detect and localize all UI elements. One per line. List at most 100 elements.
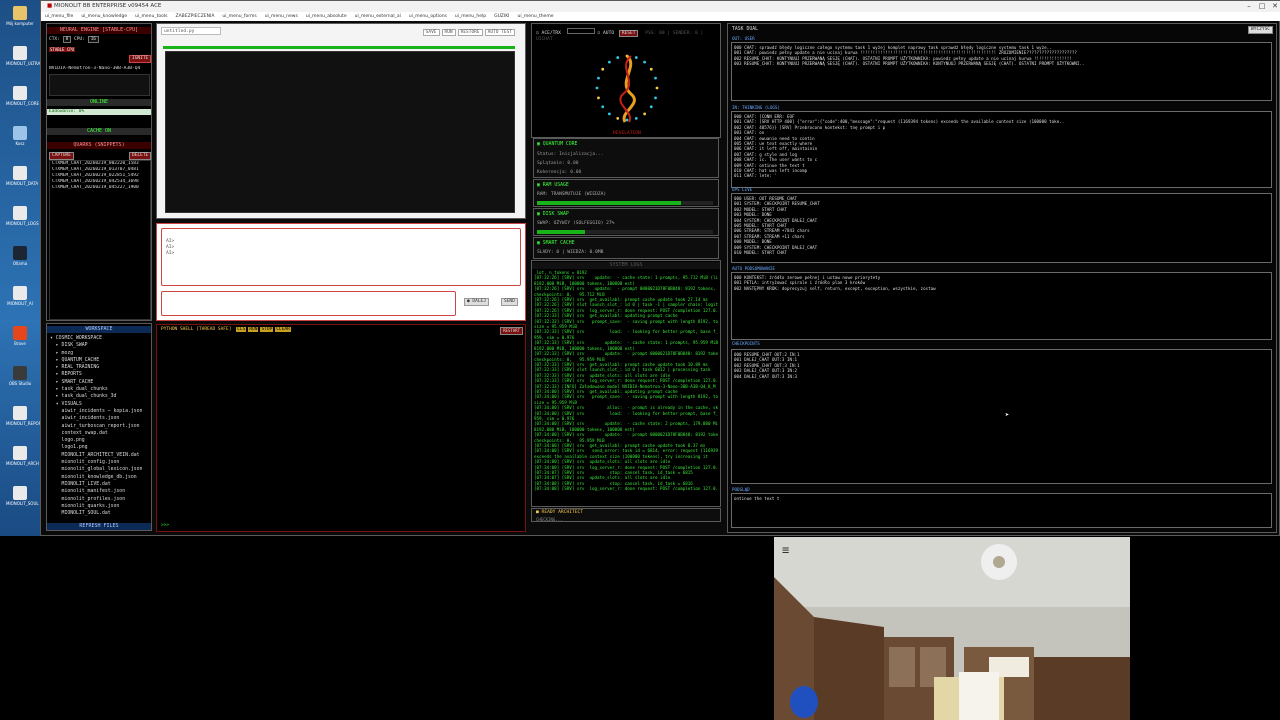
send-button[interactable]: SEND [501, 298, 518, 306]
menu-item[interactable]: ui_menu_options [409, 14, 447, 19]
editor-button[interactable]: AUTO TEST [484, 29, 515, 36]
file-tree[interactable]: ▾ COSMIC_WORKSPACE ▸ DISK_SWAP ▸ mozg ▸ … [50, 335, 150, 521]
tree-item[interactable]: mionolit_quarks.json [50, 503, 150, 510]
ignite-button[interactable]: IGNITE [129, 55, 152, 63]
cpu-input[interactable]: 16 [87, 36, 99, 43]
stop-dalej-button[interactable]: ● DALEJ [464, 298, 489, 306]
ctx-input[interactable]: 8 [62, 36, 72, 43]
menu-item[interactable]: ui_menu_forms [222, 14, 256, 19]
tree-item[interactable]: aiwir_incidents — kopia.json [50, 408, 150, 415]
tree-item[interactable]: aiwir_turboscan_report.json [50, 423, 150, 430]
menu-item[interactable]: ui_menu_file [45, 14, 73, 19]
orbit-dot [607, 60, 611, 64]
editor-button[interactable]: SAVE [422, 29, 440, 36]
reset-button[interactable]: RESET [618, 30, 639, 37]
ops-title: OPS LIVE [732, 187, 753, 192]
desktop-icon[interactable]: MIONOLIT_ARCH [6, 446, 39, 466]
close-button[interactable]: ✕ [1269, 1, 1280, 12]
tree-item[interactable]: ▸ task_dual_chunks [50, 386, 150, 393]
editor-button[interactable]: RUN [441, 29, 456, 36]
webcam-overlay: ≡ [774, 537, 1130, 720]
maximize-button[interactable]: □ [1256, 1, 1268, 12]
tree-item[interactable]: mionolit_knowledge_db.json [50, 474, 150, 481]
desktop-icon[interactable]: MIONOLIT_AI [6, 286, 34, 306]
quantum-coherence: Koherencja: 0.00 [537, 170, 582, 175]
desktop-icon[interactable]: Brave [6, 326, 34, 346]
menu-item[interactable]: ui_menu_tools [135, 14, 167, 19]
desktop-icon[interactable]: MIONOLIT_CORE [6, 86, 39, 106]
desktop-icon[interactable]: MIONOLIT_ULTRA [6, 46, 40, 66]
capture-button[interactable]: CAPTURE [49, 152, 74, 160]
prompt-input[interactable] [161, 291, 456, 316]
minimize-button[interactable]: – [1243, 1, 1255, 12]
auto-summary: 000 KONTEKST: źródło zerowe pełnej i ust… [731, 272, 1272, 340]
tree-item[interactable]: ▸ DISK_SWAP [50, 342, 150, 349]
tree-item[interactable]: mionolit_manifest.json [50, 488, 150, 495]
tree-item[interactable]: ▸ REPORTS [50, 371, 150, 378]
menu-item[interactable]: ZABEZPIECZENIA [176, 14, 215, 19]
refresh-files-button[interactable]: REFRESH FILES [47, 523, 151, 530]
menu-item[interactable]: ui_menu_theme [517, 14, 553, 19]
smart-title: ▣ SMART CACHE [537, 241, 575, 246]
menu-item[interactable]: ui_menu_help [455, 14, 486, 19]
desktop-icon[interactable]: MIONOLIT_REPORT [6, 406, 44, 426]
tree-item[interactable]: MIONOLIT_ARCHITECT_VEIN.dat [50, 452, 150, 459]
desktop-icon[interactable]: Kosz [6, 126, 34, 146]
tree-item[interactable]: ▸ QUANTUM_CACHE [50, 357, 150, 364]
tree-item[interactable]: ▾ COSMIC_WORKSPACE [50, 335, 150, 342]
menu-item[interactable]: ui_menu_knowledge [81, 14, 127, 19]
orbit-dot [649, 105, 653, 109]
shell-tag[interactable]: STOP [260, 327, 274, 332]
wyczysc-button[interactable]: WYCZYŚĆ [1248, 26, 1273, 34]
tree-item[interactable]: mionolit_config.json [50, 459, 150, 466]
shell-tag[interactable]: CLS [236, 327, 247, 332]
dalej-label: DALEJ [472, 299, 486, 304]
menu-item[interactable]: ui_menu_absolute [306, 14, 347, 19]
tree-item[interactable]: mionolit_global_lexicon.json [50, 466, 150, 473]
tree-item[interactable]: ▸ REAL_TRAINING [50, 364, 150, 371]
shell-tag[interactable]: CLEAR [275, 327, 291, 332]
menu-item[interactable]: GUZIKI [494, 14, 509, 19]
menu-item[interactable]: ui_menu_news [265, 14, 298, 19]
tree-item[interactable]: logo.png [50, 437, 150, 444]
desktop-icon[interactable]: Mój komputer [6, 6, 34, 26]
quark-item[interactable]: CTXMEM_CHAT_20260219_045227_1900 [50, 185, 150, 191]
shell-prompt[interactable]: >>> [161, 523, 169, 528]
delete-button[interactable]: DELETE [129, 152, 152, 160]
think-title: IN: THINKING (LOGS) [732, 105, 780, 110]
disk-title: ▣ DISK SWAP [537, 212, 569, 217]
architect-select[interactable] [566, 28, 595, 34]
desktop-icon[interactable]: MIONOLIT_DATA [6, 166, 38, 186]
ram-bar [537, 201, 713, 205]
tree-item[interactable]: mionolit_profiles.json [50, 496, 150, 503]
tree-item[interactable]: logo1.png [50, 444, 150, 451]
desktop-icon[interactable]: MIONOLIT_LOGS [6, 206, 39, 226]
desktop-icon-label: MIONOLIT_AI [7, 301, 33, 306]
tree-item[interactable]: MIONOLIT_SOUL.dat [50, 510, 150, 517]
tree-item[interactable]: MIONOLIT_LIVE.dat [50, 481, 150, 488]
editor-button[interactable]: RESTORE [457, 29, 483, 36]
task-input[interactable]: ontinue the text t [731, 493, 1272, 528]
tree-item[interactable]: ▾ VISUALS [50, 401, 150, 408]
model-name: NVIDIA-Nemotron-3-Nano-30B-A3B-Q4 [49, 66, 141, 71]
shell-tag[interactable]: RUN [248, 327, 259, 332]
tree-item[interactable]: ▸ mozg [50, 350, 150, 357]
tree-item[interactable]: ▸ task_dual_chunks_3d [50, 393, 150, 400]
disk-bar [537, 230, 713, 234]
editor-tab[interactable]: untitled.py [161, 27, 221, 35]
tree-item[interactable]: ▸ SMART_CACHE [50, 379, 150, 386]
quarks-title: QUARKS (SNIPPETS) [47, 142, 151, 149]
menu-item[interactable]: ui_menu_external_ai [355, 14, 401, 19]
desktop-icon[interactable]: OBS Studio [6, 366, 34, 386]
tree-item[interactable]: context_swap.dat [50, 430, 150, 437]
desktop-icon[interactable]: Ollama [6, 246, 34, 266]
shell-restart-button[interactable]: RESTART [500, 327, 523, 335]
desktop-icon[interactable]: MIONOLIT_SOUL [6, 486, 39, 506]
title-bar[interactable]: ■ MIONOLIT BB ENTERPRISE v09454 ACE – □ … [41, 1, 1280, 12]
log-line: [07:32:33] [SRV] srv update: - prompt 00… [534, 351, 718, 357]
hamburger-menu-icon[interactable]: ≡ [782, 544, 789, 556]
code-editor[interactable] [165, 51, 515, 213]
left-sidebar: NEURAL ENGINE [STABLE-CPU] CTX: 8 CPU: 1… [46, 23, 152, 321]
tree-item[interactable]: aiwir_incidents.json [50, 415, 150, 422]
desktop-icon-label: MIONOLIT_LOGS [6, 221, 39, 226]
